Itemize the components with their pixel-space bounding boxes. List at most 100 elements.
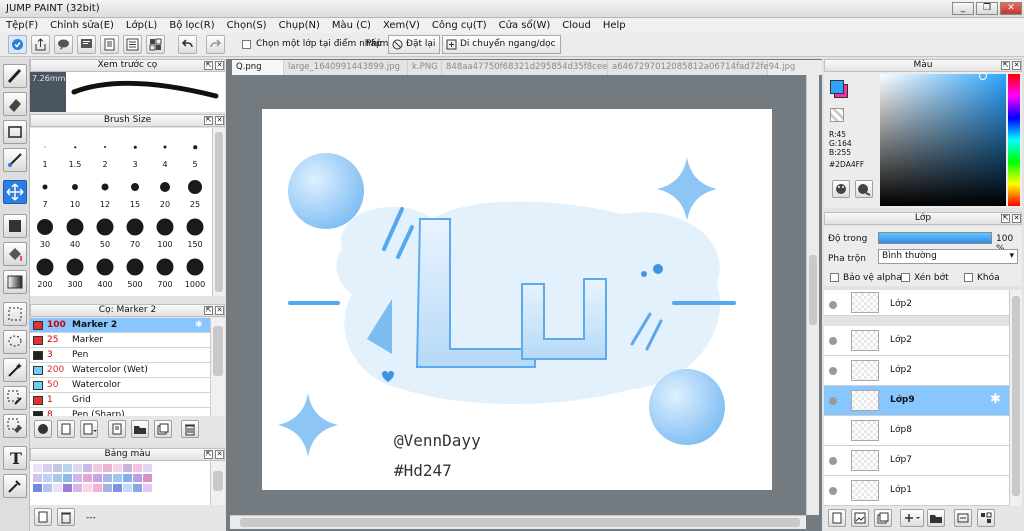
list-icon[interactable] (123, 35, 142, 54)
brush-tool-icon[interactable] (3, 64, 27, 88)
image-layer-icon[interactable] (851, 509, 869, 527)
close-panel-icon[interactable]: ✕ (1012, 61, 1021, 70)
brush-copy-icon[interactable] (108, 420, 126, 438)
brush-duplicate-icon[interactable] (154, 420, 172, 438)
document-icon[interactable] (100, 35, 119, 54)
new-swatch-icon[interactable] (34, 508, 52, 526)
brush-size-option[interactable]: 10 (60, 172, 90, 212)
brush-size-option[interactable]: 400 (90, 252, 120, 292)
close-panel-icon[interactable]: ✕ (215, 61, 224, 70)
palette-swatch[interactable] (63, 474, 72, 482)
eye-icon[interactable] (829, 367, 837, 375)
menu-filter[interactable]: Bộ lọc(R) (163, 18, 220, 33)
transparent-swatch[interactable] (830, 108, 844, 122)
brush-download-icon[interactable] (34, 420, 52, 438)
tab-k-png[interactable]: k.PNG (408, 60, 442, 75)
popout-icon[interactable]: ⇱ (204, 61, 213, 70)
new-layer-icon[interactable] (828, 509, 846, 527)
palette-swatch[interactable] (93, 484, 102, 492)
brush-size-option[interactable]: 12 (90, 172, 120, 212)
brush-size-option[interactable]: 500 (120, 252, 150, 292)
lock-checkbox[interactable] (964, 273, 973, 282)
layer-scrollbar[interactable] (1009, 290, 1022, 506)
palette-swatch[interactable] (73, 474, 82, 482)
palette-swatch[interactable] (83, 484, 92, 492)
foreground-color-swatch[interactable] (830, 80, 844, 94)
layer-row[interactable]: Lớp8 (824, 416, 1009, 446)
brush-list-scrollbar[interactable] (210, 318, 225, 416)
canvas-horizontal-scrollbar[interactable] (230, 515, 806, 529)
menu-tools[interactable]: Công cụ(T) (426, 18, 493, 33)
redo-icon[interactable] (206, 35, 225, 54)
select-layer-checkbox[interactable] (242, 40, 251, 49)
palette-swatch[interactable] (83, 474, 92, 482)
move-tool-icon[interactable] (3, 180, 27, 204)
close-panel-icon[interactable]: ✕ (1012, 214, 1021, 223)
add-layer-menu-icon[interactable] (900, 509, 924, 527)
move-hv-button[interactable]: Di chuyển ngang/dọc (442, 35, 561, 54)
tab-848aa-jpg[interactable]: 848aa47750f68321d295854d35f8cee8.jpg (442, 60, 629, 75)
lasso-tool-icon[interactable] (3, 330, 27, 354)
brush-size-option[interactable]: 1.5 (60, 132, 90, 172)
new-brush-icon[interactable] (57, 420, 75, 438)
brush-menu-icon[interactable] (80, 420, 98, 438)
close-panel-icon[interactable]: ✕ (215, 306, 224, 315)
eye-icon[interactable] (829, 301, 837, 309)
color-picker-icon[interactable] (855, 180, 873, 198)
brush-size-option[interactable]: 300 (60, 252, 90, 292)
layer-row[interactable]: Lớp1 (824, 476, 1009, 506)
brush-item[interactable]: 3 Pen (30, 348, 210, 363)
layer-row[interactable]: Lớp2 (824, 356, 1009, 386)
menu-cloud[interactable]: Cloud (556, 18, 597, 33)
palette-swatch[interactable] (33, 474, 42, 482)
tab-q-png[interactable]: Q.png (232, 60, 284, 75)
brush-size-option[interactable]: 25 (180, 172, 210, 212)
brush-size-option[interactable]: 40 (60, 212, 90, 252)
palette-swatch[interactable] (63, 464, 72, 472)
gear-icon[interactable]: ✱ (990, 392, 1001, 407)
color-palette[interactable] (30, 461, 210, 505)
brush-item[interactable]: 1 Grid (30, 393, 210, 408)
delete-swatch-icon[interactable] (57, 508, 75, 526)
color-saturation-box[interactable] (880, 74, 1006, 206)
palette-swatch[interactable] (73, 484, 82, 492)
brush-item[interactable]: 50 Watercolor (30, 378, 210, 393)
brush-size-option[interactable]: 2 (90, 132, 120, 172)
palette-swatch[interactable] (53, 484, 62, 492)
reset-button[interactable]: Đặt lại (388, 35, 441, 54)
undo-icon[interactable] (178, 35, 197, 54)
palette-swatch[interactable] (143, 484, 152, 492)
minimize-button[interactable]: _ (952, 2, 974, 15)
hue-slider[interactable] (1008, 74, 1020, 206)
layer-row[interactable]: Lớp7 (824, 446, 1009, 476)
tab-a6467-jpg[interactable]: a6467297012085812a06714fad72fe94.jpg (608, 60, 795, 75)
palette-swatch[interactable] (93, 474, 102, 482)
palette-swatch[interactable] (43, 484, 52, 492)
tab-large-jpg[interactable]: large_1640991443899.jpg (284, 60, 408, 75)
palette-swatch[interactable] (133, 464, 142, 472)
menu-help[interactable]: Help (597, 18, 632, 33)
folder-icon[interactable] (927, 509, 945, 527)
gear-icon[interactable]: ✱ (195, 318, 203, 332)
palette-swatch[interactable] (143, 474, 152, 482)
menu-view[interactable]: Xem(V) (377, 18, 426, 33)
palette-swatch[interactable] (43, 464, 52, 472)
comment-icon[interactable] (54, 35, 73, 54)
select-pen-tool-icon[interactable] (3, 386, 27, 410)
brush-size-option[interactable]: 3 (120, 132, 150, 172)
eye-icon[interactable] (829, 487, 837, 495)
palette-swatch[interactable] (53, 474, 62, 482)
popout-icon[interactable]: ⇱ (204, 116, 213, 125)
new-file-icon[interactable] (8, 35, 27, 54)
fill-rect-tool-icon[interactable] (3, 214, 27, 238)
palette-swatch[interactable] (123, 464, 132, 472)
eye-icon[interactable] (829, 337, 837, 345)
color-cursor[interactable] (979, 72, 987, 80)
blend-mode-select[interactable]: Bình thường ▾ (878, 249, 1018, 264)
brush-size-option[interactable]: 200 (30, 252, 60, 292)
gradient-tool-icon[interactable] (3, 270, 27, 294)
menu-edit[interactable]: Chỉnh sửa(E) (44, 18, 120, 33)
menu-file[interactable]: Tệp(F) (0, 18, 44, 33)
palette-swatch[interactable] (103, 484, 112, 492)
palette-swatch[interactable] (103, 474, 112, 482)
